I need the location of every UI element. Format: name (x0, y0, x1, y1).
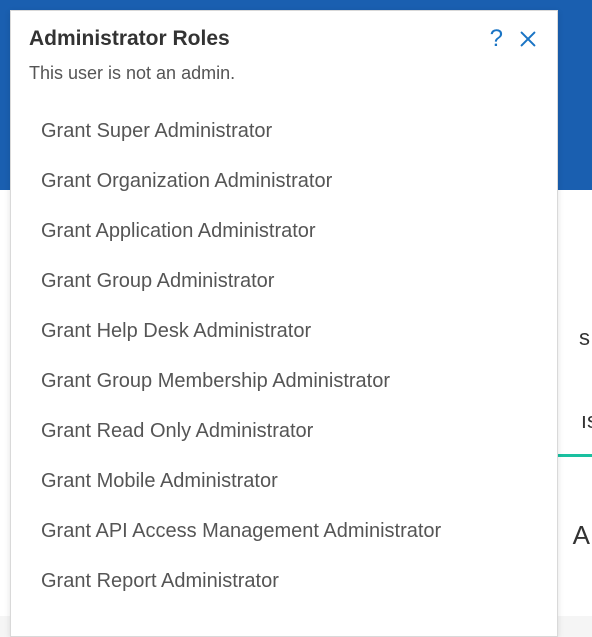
grant-super-administrator-item[interactable]: Grant Super Administrator (41, 106, 557, 156)
popover-header: Administrator Roles ? (11, 11, 557, 59)
admin-role-list: Grant Super Administrator Grant Organiza… (11, 106, 557, 606)
background-fragment-text: s (579, 325, 590, 351)
grant-group-administrator-item[interactable]: Grant Group Administrator (41, 256, 557, 306)
grant-group-membership-administrator-item[interactable]: Grant Group Membership Administrator (41, 356, 557, 406)
grant-help-desk-administrator-item[interactable]: Grant Help Desk Administrator (41, 306, 557, 356)
admin-roles-popover: Administrator Roles ? This user is not a… (10, 10, 558, 637)
grant-read-only-administrator-item[interactable]: Grant Read Only Administrator (41, 406, 557, 456)
background-tab-indicator (558, 454, 592, 457)
grant-organization-administrator-item[interactable]: Grant Organization Administrator (41, 156, 557, 206)
background-fragment-text: A (573, 520, 590, 551)
background-fragment-text: ıs (581, 408, 592, 434)
grant-application-administrator-item[interactable]: Grant Application Administrator (41, 206, 557, 256)
grant-report-administrator-item[interactable]: Grant Report Administrator (41, 556, 557, 606)
grant-api-access-management-administrator-item[interactable]: Grant API Access Management Administrato… (41, 506, 557, 556)
popover-subtitle: This user is not an admin. (11, 59, 557, 106)
popover-title: Administrator Roles (29, 27, 490, 51)
help-icon[interactable]: ? (490, 27, 503, 51)
close-icon[interactable] (517, 28, 539, 50)
popover-header-actions: ? (490, 27, 539, 51)
grant-mobile-administrator-item[interactable]: Grant Mobile Administrator (41, 456, 557, 506)
